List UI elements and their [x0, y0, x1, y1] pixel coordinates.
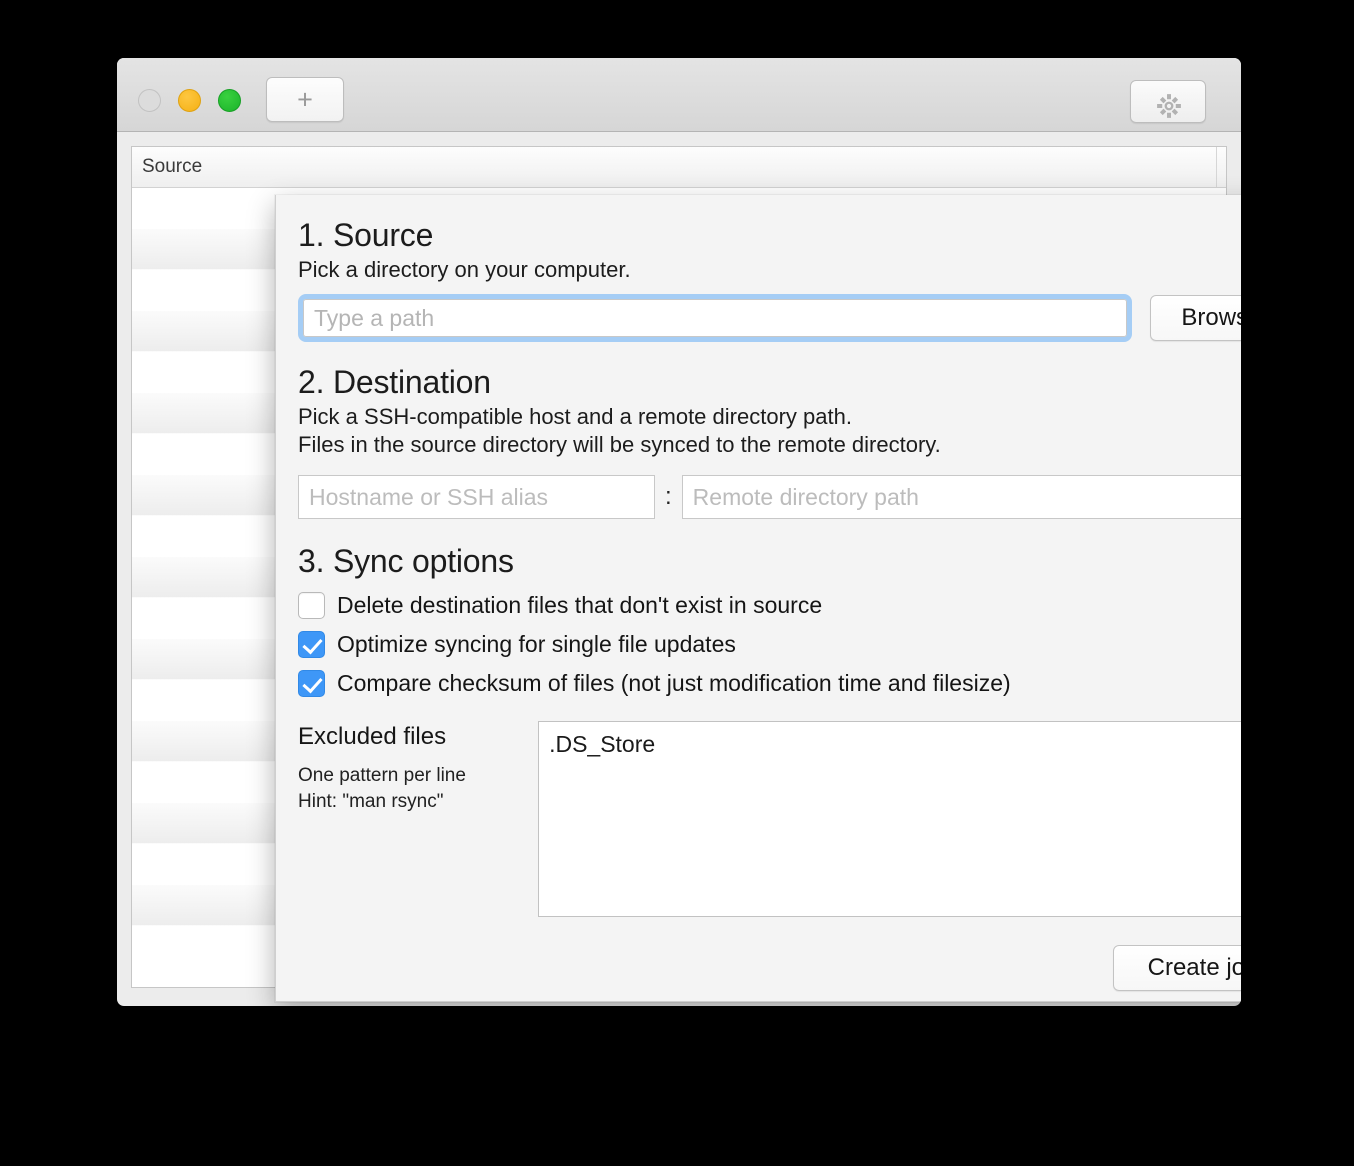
destination-heading: 2. Destination	[298, 364, 491, 401]
checkbox-optimize-single-file[interactable]	[298, 631, 325, 659]
sync-option-delete-destination[interactable]: Delete destination files that don't exis…	[298, 592, 1241, 620]
sync-option-optimize-single-file[interactable]: Optimize syncing for single file updates	[298, 631, 1241, 659]
excluded-files-labels: Excluded files One pattern per line Hint…	[298, 721, 538, 917]
source-row: Browse	[298, 294, 1241, 343]
browse-button[interactable]: Browse	[1149, 295, 1241, 342]
window-titlebar: +	[117, 58, 1241, 132]
plus-icon: +	[297, 84, 313, 114]
excluded-files-textarea[interactable]: .DS_Store	[538, 721, 1241, 918]
excluded-files-title: Excluded files	[298, 723, 447, 751]
excluded-files-block: Excluded files One pattern per line Hint…	[298, 721, 1241, 918]
hostname-input[interactable]	[298, 475, 655, 520]
new-tab-button[interactable]: +	[266, 77, 344, 122]
remote-path-input[interactable]	[681, 475, 1241, 520]
gear-icon	[1157, 94, 1181, 118]
maximize-window-button[interactable]	[218, 89, 241, 112]
close-window-button[interactable]	[138, 89, 161, 112]
create-job-sheet: 1. Source Pick a directory on your compu…	[275, 195, 1241, 1002]
sync-option-label: Optimize syncing for single file updates	[337, 631, 736, 658]
excluded-files-hint-line2: Hint: "man rsync"	[298, 791, 444, 813]
destination-row: :	[298, 475, 1241, 520]
checkbox-compare-checksum[interactable]	[298, 670, 325, 698]
settings-button[interactable]	[1130, 80, 1206, 123]
excluded-files-hint-line1: One pattern per line	[298, 765, 466, 787]
source-heading: 1. Source	[298, 217, 434, 253]
sync-option-compare-checksum[interactable]: Compare checksum of files (not just modi…	[298, 670, 1241, 698]
column-header-source[interactable]: Source	[132, 147, 1217, 187]
source-path-input[interactable]	[303, 299, 1127, 338]
source-input-focus-ring	[298, 294, 1132, 343]
minimize-window-button[interactable]	[178, 89, 201, 112]
create-job-button[interactable]: Create job	[1113, 945, 1241, 992]
sync-option-label: Compare checksum of files (not just modi…	[337, 670, 1011, 697]
sync-option-label: Delete destination files that don't exis…	[337, 592, 823, 619]
jobs-table-header: Source	[132, 147, 1226, 188]
destination-description-line1: Pick a SSH-compatible host and a remote …	[298, 404, 852, 430]
source-description: Pick a directory on your computer.	[298, 257, 631, 282]
app-window: + Source 1. Source Pick a directory on y…	[117, 58, 1241, 1006]
sync-options-heading: 3. Sync options	[298, 543, 514, 580]
host-path-separator: :	[665, 483, 672, 511]
sheet-footer: Create job	[298, 945, 1241, 992]
destination-description-line2: Files in the source directory will be sy…	[298, 432, 941, 458]
checkbox-delete-destination[interactable]	[298, 592, 325, 620]
